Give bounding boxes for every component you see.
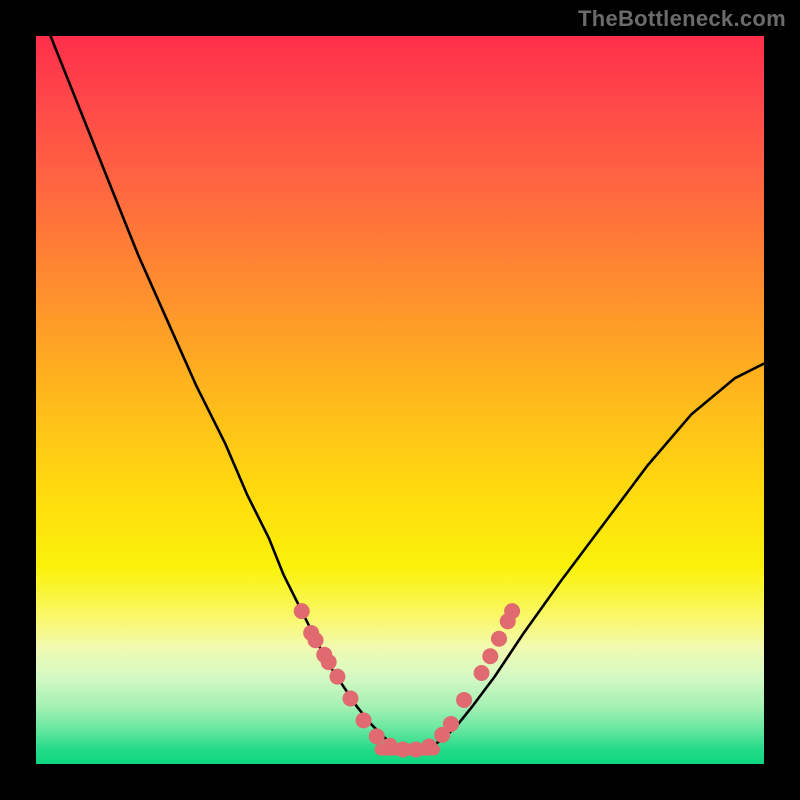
markers-layer	[294, 603, 520, 757]
benchmark-point	[343, 690, 359, 706]
benchmark-point	[329, 669, 345, 685]
bottleneck-curve	[51, 36, 764, 749]
watermark-text: TheBottleneck.com	[578, 6, 786, 32]
benchmark-point	[369, 728, 385, 744]
benchmark-point	[421, 739, 437, 755]
chart-overlay	[36, 36, 764, 764]
curve-layer	[51, 36, 764, 749]
benchmark-point	[482, 648, 498, 664]
chart-container: TheBottleneck.com	[0, 0, 800, 800]
benchmark-point	[474, 665, 490, 681]
benchmark-point	[504, 603, 520, 619]
benchmark-point	[321, 654, 337, 670]
benchmark-point	[456, 692, 472, 708]
benchmark-point	[308, 632, 324, 648]
benchmark-point	[491, 631, 507, 647]
benchmark-point	[443, 716, 459, 732]
benchmark-point	[356, 712, 372, 728]
benchmark-point	[294, 603, 310, 619]
